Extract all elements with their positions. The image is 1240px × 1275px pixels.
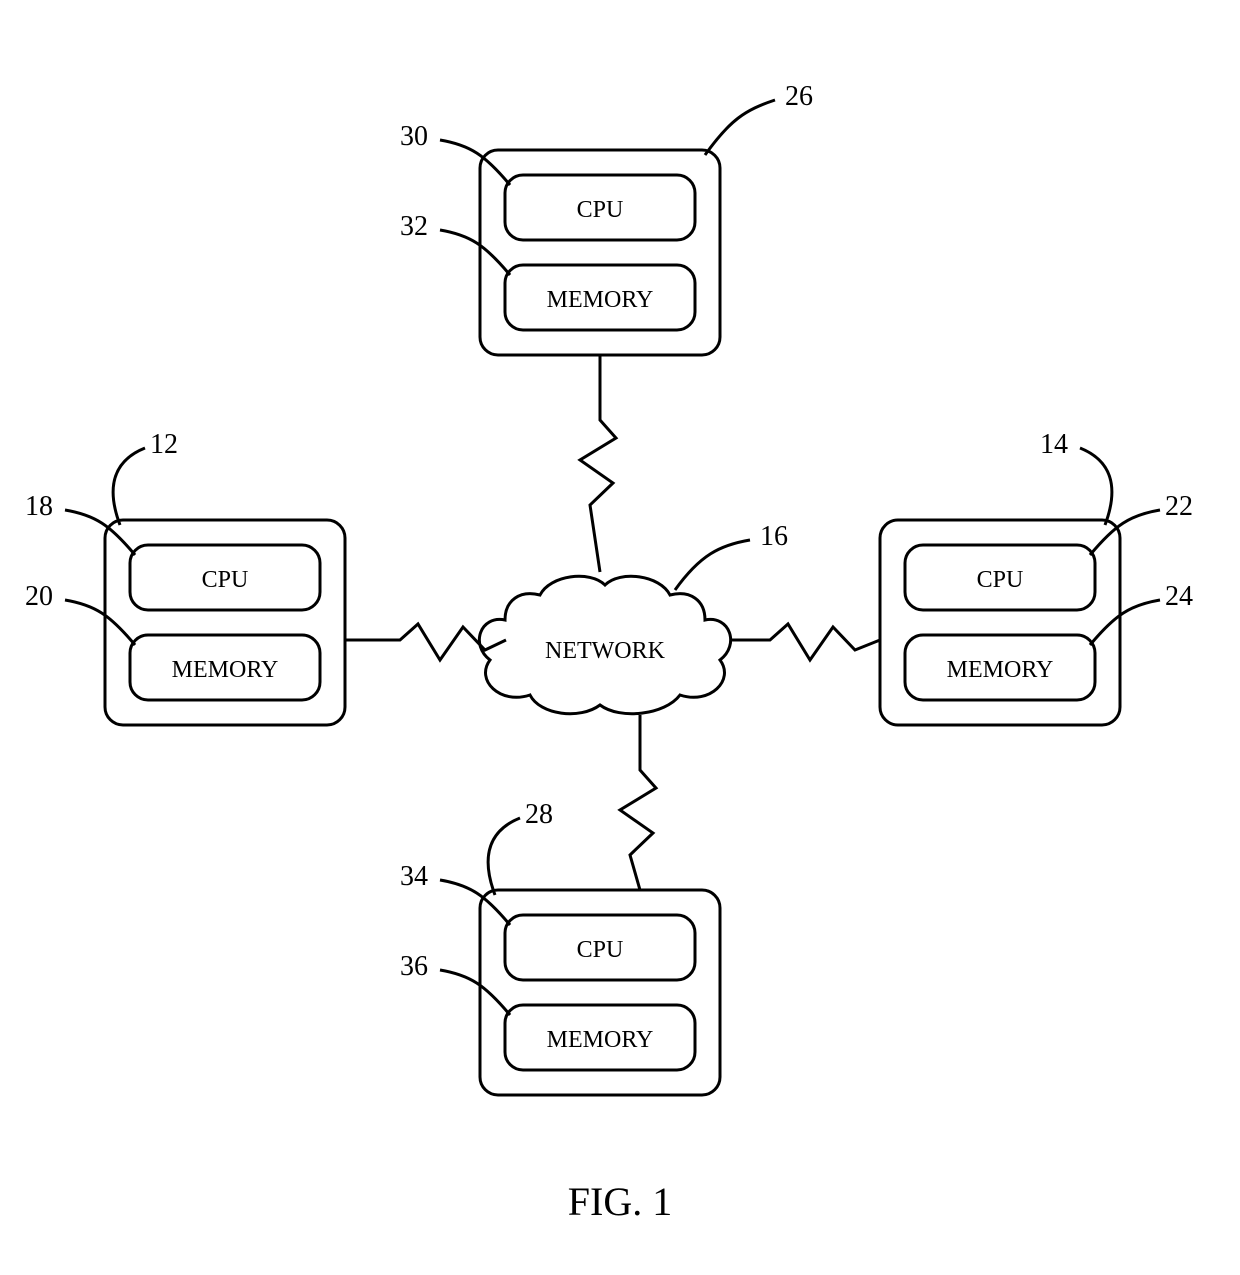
figure-caption: FIG. 1 <box>568 1179 672 1224</box>
ref-node-bottom-outer: 28 <box>488 799 553 895</box>
svg-text:34: 34 <box>400 861 428 892</box>
node-top-mem-label: MEMORY <box>547 287 654 313</box>
ref-network: 16 <box>675 521 788 590</box>
connector-top <box>580 355 616 572</box>
ref-node-top-outer: 26 <box>705 81 813 155</box>
svg-text:22: 22 <box>1165 491 1193 522</box>
svg-text:36: 36 <box>400 951 428 982</box>
connector-right <box>730 624 880 660</box>
svg-text:32: 32 <box>400 211 428 242</box>
node-right-mem-label: MEMORY <box>947 657 1054 683</box>
connector-bottom <box>620 715 656 890</box>
node-left: CPU MEMORY <box>105 520 345 725</box>
node-left-cpu-label: CPU <box>202 567 249 593</box>
node-top-cpu-label: CPU <box>577 197 624 223</box>
node-left-mem-label: MEMORY <box>172 657 279 683</box>
svg-text:20: 20 <box>25 581 53 612</box>
svg-text:14: 14 <box>1040 429 1068 460</box>
svg-text:16: 16 <box>760 521 788 552</box>
figure-svg: NETWORK 16 CPU MEMORY 26 30 32 CPU MEMOR… <box>0 0 1240 1275</box>
network-label: NETWORK <box>545 638 666 664</box>
node-right-cpu-label: CPU <box>977 567 1024 593</box>
node-right: CPU MEMORY <box>880 520 1120 725</box>
svg-text:18: 18 <box>25 491 53 522</box>
svg-text:24: 24 <box>1165 581 1193 612</box>
ref-node-left-outer: 12 <box>113 429 178 525</box>
svg-text:12: 12 <box>150 429 178 460</box>
node-top: CPU MEMORY <box>480 150 720 355</box>
svg-text:26: 26 <box>785 81 813 112</box>
node-bottom: CPU MEMORY <box>480 890 720 1095</box>
node-bottom-mem-label: MEMORY <box>547 1027 654 1053</box>
ref-node-right-outer: 14 <box>1040 429 1112 525</box>
network-cloud: NETWORK <box>479 576 730 713</box>
node-bottom-cpu-label: CPU <box>577 937 624 963</box>
svg-text:30: 30 <box>400 121 428 152</box>
svg-text:28: 28 <box>525 799 553 830</box>
